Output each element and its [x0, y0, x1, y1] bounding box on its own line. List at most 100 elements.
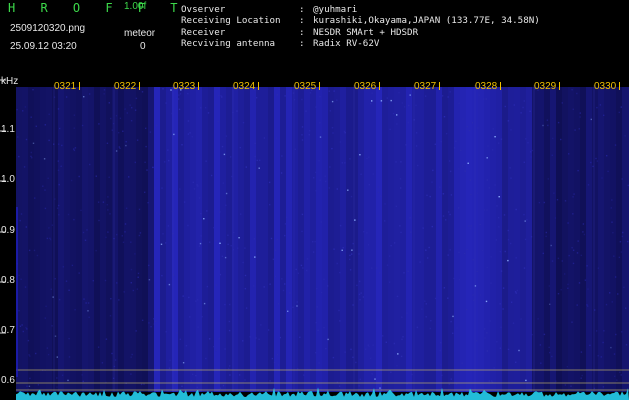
spectrogram [0, 79, 629, 400]
noise-speck [148, 322, 150, 324]
noise-speck [35, 125, 37, 127]
noise-speck [228, 367, 230, 370]
noise-speck [494, 184, 496, 186]
noise-speck [557, 293, 560, 295]
noise-speck [609, 292, 611, 294]
noise-speck [529, 110, 531, 112]
noise-speck [547, 178, 549, 180]
noise-speck [551, 154, 553, 156]
noise-speck [30, 151, 32, 154]
noise-speck [57, 169, 60, 171]
noise-speck [470, 225, 472, 227]
time-tick-mark [319, 82, 320, 90]
noise-speck [238, 237, 240, 239]
noise-speck [507, 239, 510, 241]
noise-speck [429, 195, 431, 198]
noise-speck [355, 361, 357, 364]
noise-speck [215, 349, 217, 352]
noise-speck [154, 187, 156, 189]
time-tick-mark [79, 82, 80, 90]
noise-speck [498, 196, 500, 198]
noise-speck [331, 127, 334, 129]
noise-speck [384, 203, 386, 205]
noise-speck [144, 161, 146, 163]
noise-speck [336, 262, 338, 265]
noise-speck [461, 165, 463, 167]
noise-speck [554, 217, 557, 219]
noise-speck [78, 175, 80, 178]
noise-speck [230, 156, 232, 158]
noise-speck [56, 377, 58, 379]
noise-speck [61, 374, 64, 376]
noise-speck [73, 218, 75, 221]
noise-speck [518, 349, 520, 352]
noise-speck [486, 266, 488, 269]
noise-speck [572, 108, 574, 110]
noise-speck [614, 276, 617, 278]
noise-speck [347, 189, 349, 191]
noise-speck [552, 137, 554, 140]
noise-speck [162, 88, 164, 90]
noise-speck [456, 327, 458, 329]
noise-speck [118, 146, 120, 148]
noise-speck [443, 287, 446, 289]
noise-speck [392, 112, 395, 115]
noise-speck [352, 242, 354, 245]
noise-speck [182, 295, 184, 297]
noise-speck [217, 95, 220, 97]
noise-speck [187, 120, 190, 122]
noise-speck [510, 301, 513, 303]
noise-speck [153, 318, 155, 320]
noise-speck [19, 325, 22, 327]
noise-speck [410, 231, 412, 233]
noise-speck [611, 221, 613, 223]
noise-speck [245, 307, 248, 309]
noise-speck [468, 225, 470, 227]
noise-speck [600, 356, 602, 358]
noise-speck [87, 302, 90, 304]
noise-speck [476, 270, 478, 273]
noise-speck [301, 126, 304, 128]
noise-speck [523, 267, 526, 269]
noise-speck [498, 226, 500, 228]
noise-speck [620, 374, 622, 376]
noise-speck [338, 309, 340, 312]
spectrogram-column [154, 87, 160, 392]
noise-speck [203, 218, 205, 220]
noise-speck [572, 262, 575, 265]
noise-speck [428, 246, 430, 249]
noise-speck [386, 97, 388, 99]
noise-speck [458, 207, 460, 209]
spectrogram-column [418, 87, 424, 392]
noise-speck [208, 241, 211, 243]
spectrogram-column [490, 87, 496, 392]
noise-speck [350, 348, 352, 351]
noise-speck [206, 285, 209, 288]
noise-speck [445, 219, 447, 221]
spectrogram-column [538, 87, 544, 392]
spectrogram-column [334, 87, 340, 392]
noise-speck [46, 237, 49, 240]
noise-speck [385, 341, 387, 343]
noise-speck [380, 195, 382, 197]
noise-speck [240, 213, 242, 215]
noise-speck [83, 298, 85, 300]
noise-speck [320, 221, 322, 223]
noise-speck [462, 118, 464, 120]
time-tick-label: 0325 [294, 81, 317, 92]
noise-speck [566, 366, 569, 368]
noise-speck [58, 298, 61, 301]
noise-speck [351, 253, 353, 255]
noise-speck [29, 355, 31, 357]
noise-speck [479, 294, 482, 296]
noise-speck [282, 289, 285, 292]
noise-speck [401, 316, 403, 318]
noise-speck [580, 351, 583, 353]
noise-speck [178, 108, 181, 111]
info-key: Receiver [181, 26, 226, 38]
spectrogram-column [226, 87, 232, 392]
noise-speck [531, 333, 533, 336]
noise-speck [400, 187, 402, 189]
noise-speck [619, 241, 622, 243]
time-tick-mark [500, 82, 501, 90]
